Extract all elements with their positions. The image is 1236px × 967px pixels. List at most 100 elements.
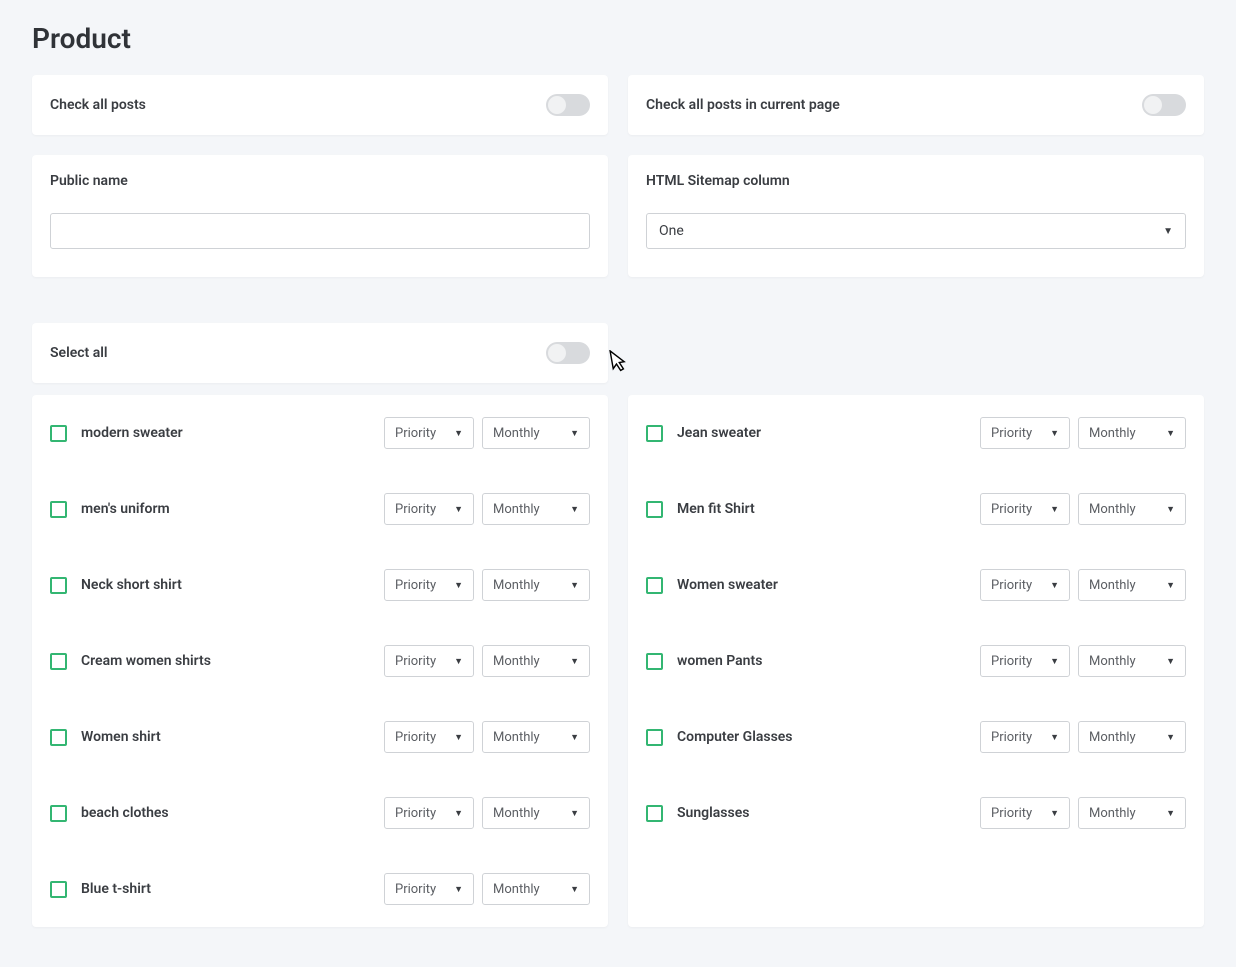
product-checkbox[interactable] <box>50 653 67 670</box>
product-checkbox[interactable] <box>50 805 67 822</box>
priority-select-label: Priority <box>991 730 1032 745</box>
product-name: men's uniform <box>81 501 170 517</box>
priority-select[interactable]: Priority▼ <box>980 569 1070 601</box>
chevron-down-icon: ▼ <box>1166 732 1175 743</box>
priority-select[interactable]: Priority▼ <box>980 417 1070 449</box>
product-row: beach clothesPriority▼Monthly▼ <box>32 775 608 851</box>
priority-select[interactable]: Priority ▼ <box>384 493 474 525</box>
product-checkbox[interactable] <box>50 425 67 442</box>
product-row: women Pants Priority ▼ Monthly ▼ <box>628 623 1204 699</box>
product-name: Neck short shirt <box>81 577 182 593</box>
priority-select[interactable]: Priority▼ <box>384 417 474 449</box>
product-checkbox[interactable] <box>50 881 67 898</box>
frequency-select-label: Monthly <box>493 730 540 745</box>
product-checkbox[interactable] <box>50 577 67 594</box>
product-row: Cream women shirtsPriority▼Monthly▼ <box>32 623 608 699</box>
priority-select[interactable]: Priority ▼ <box>980 645 1070 677</box>
frequency-select[interactable]: Monthly ▼ <box>482 873 590 905</box>
sitemap-column-select[interactable]: One ▼ <box>646 213 1186 249</box>
check-all-posts-card: Check all posts <box>32 75 608 135</box>
product-row: men's uniform Priority ▼ Monthly▼ <box>32 471 608 547</box>
priority-select-label: Priority <box>991 654 1032 669</box>
chevron-down-icon: ▼ <box>1166 656 1175 667</box>
product-checkbox[interactable] <box>646 729 663 746</box>
frequency-select[interactable]: Monthly ▼ <box>1078 645 1186 677</box>
chevron-down-icon: ▼ <box>1166 580 1175 591</box>
frequency-select-label: Monthly <box>493 426 540 441</box>
product-row: Jean sweaterPriority▼Monthly▼ <box>628 395 1204 471</box>
product-name: Computer Glasses <box>677 729 793 745</box>
priority-select[interactable]: Priority▼ <box>980 721 1070 753</box>
frequency-select[interactable]: Monthly▼ <box>482 569 590 601</box>
select-all-card: Select all <box>32 323 608 383</box>
priority-select-label: Priority <box>395 578 436 593</box>
page-title: Product <box>32 22 1204 55</box>
product-name: modern sweater <box>81 425 183 441</box>
priority-select-label: Priority <box>395 654 436 669</box>
product-row: Women shirtPriority▼Monthly▼ <box>32 699 608 775</box>
product-checkbox[interactable] <box>646 805 663 822</box>
frequency-select-label: Monthly <box>1089 426 1136 441</box>
frequency-select-label: Monthly <box>1089 730 1136 745</box>
frequency-select[interactable]: Monthly▼ <box>1078 417 1186 449</box>
public-name-input[interactable] <box>50 213 590 249</box>
product-name: Blue t-shirt <box>81 881 151 897</box>
priority-select-label: Priority <box>395 730 436 745</box>
product-list-right: Jean sweaterPriority▼Monthly▼Men fit Shi… <box>628 395 1204 927</box>
priority-select[interactable]: Priority▼ <box>384 721 474 753</box>
priority-select[interactable]: Priority▼ <box>384 569 474 601</box>
frequency-select[interactable]: Monthly ▼ <box>482 645 590 677</box>
priority-select[interactable]: Priority▼ <box>980 493 1070 525</box>
frequency-select-label: Monthly <box>1089 654 1136 669</box>
frequency-select[interactable]: Monthly ▼ <box>482 417 590 449</box>
priority-select[interactable]: Priority▼ <box>384 873 474 905</box>
product-name: Sunglasses <box>677 805 749 821</box>
chevron-down-icon: ▼ <box>570 884 579 895</box>
frequency-select[interactable]: Monthly ▼ <box>1078 721 1186 753</box>
check-all-posts-toggle[interactable] <box>546 94 590 116</box>
product-name: women Pants <box>677 653 762 669</box>
priority-select-label: Priority <box>395 502 436 517</box>
frequency-select-label: Monthly <box>493 882 540 897</box>
frequency-select[interactable]: Monthly▼ <box>482 797 590 829</box>
chevron-down-icon: ▼ <box>454 504 463 515</box>
product-row: Neck short shirt Priority▼Monthly▼ <box>32 547 608 623</box>
select-all-toggle[interactable] <box>546 342 590 364</box>
product-row: Women sweater Priority▼Monthly▼ <box>628 547 1204 623</box>
product-name: Women sweater <box>677 577 778 593</box>
priority-select[interactable]: Priority▼ <box>980 797 1070 829</box>
frequency-select-label: Monthly <box>1089 806 1136 821</box>
check-all-current-page-card: Check all posts in current page <box>628 75 1204 135</box>
product-checkbox[interactable] <box>646 425 663 442</box>
product-row: Sunglasses Priority▼ Monthly ▼ <box>628 775 1204 851</box>
chevron-down-icon: ▼ <box>570 428 579 439</box>
chevron-down-icon: ▼ <box>454 656 463 667</box>
frequency-select[interactable]: Monthly ▼ <box>1078 797 1186 829</box>
product-checkbox[interactable] <box>646 501 663 518</box>
frequency-select[interactable]: Monthly▼ <box>482 493 590 525</box>
product-checkbox[interactable] <box>646 577 663 594</box>
priority-select[interactable]: Priority▼ <box>384 797 474 829</box>
chevron-down-icon: ▼ <box>1166 808 1175 819</box>
chevron-down-icon: ▼ <box>570 656 579 667</box>
product-checkbox[interactable] <box>646 653 663 670</box>
frequency-select[interactable]: Monthly▼ <box>1078 493 1186 525</box>
frequency-select-label: Monthly <box>1089 502 1136 517</box>
frequency-select[interactable]: Monthly▼ <box>482 721 590 753</box>
public-name-card: Public name <box>32 155 608 277</box>
frequency-select-label: Monthly <box>493 806 540 821</box>
chevron-down-icon: ▼ <box>1050 428 1059 439</box>
check-all-current-page-toggle[interactable] <box>1142 94 1186 116</box>
check-all-current-page-label: Check all posts in current page <box>646 97 840 113</box>
chevron-down-icon: ▼ <box>1050 656 1059 667</box>
product-name: Jean sweater <box>677 425 761 441</box>
frequency-select[interactable]: Monthly▼ <box>1078 569 1186 601</box>
priority-select-label: Priority <box>395 426 436 441</box>
product-checkbox[interactable] <box>50 729 67 746</box>
priority-select-label: Priority <box>991 806 1032 821</box>
frequency-select-label: Monthly <box>493 654 540 669</box>
product-row: Blue t-shirt Priority▼ Monthly ▼ <box>32 851 608 927</box>
priority-select[interactable]: Priority ▼ <box>384 645 474 677</box>
chevron-down-icon: ▼ <box>1050 504 1059 515</box>
product-checkbox[interactable] <box>50 501 67 518</box>
